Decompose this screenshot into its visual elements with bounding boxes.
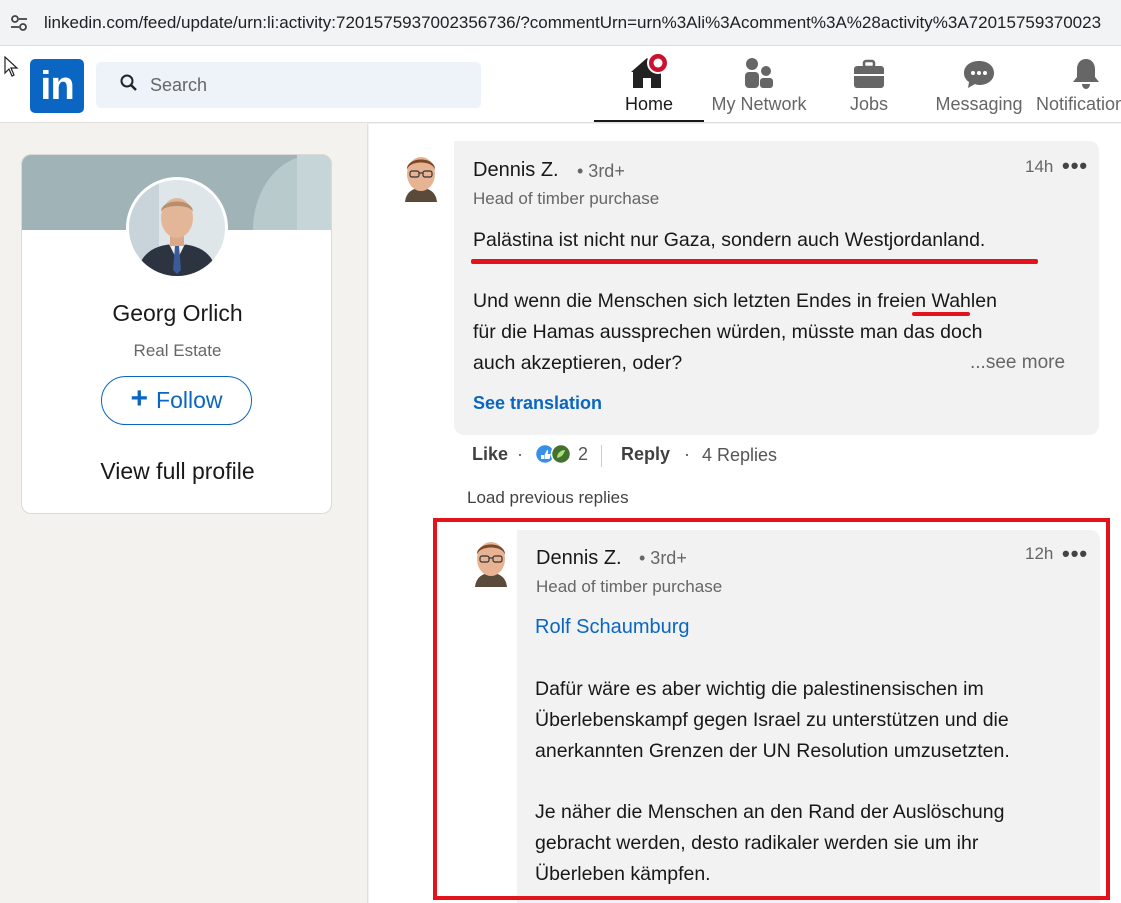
- profile-headline: Real Estate: [133, 341, 222, 360]
- mouse-cursor-icon: [4, 56, 19, 77]
- view-full-profile-link[interactable]: View full profile: [22, 458, 331, 485]
- profile-name[interactable]: Georg Orlich: [22, 300, 331, 327]
- red-highlight-box: [433, 518, 1110, 900]
- replies-count-link[interactable]: 4 Replies: [702, 445, 777, 466]
- bell-icon: [1036, 52, 1121, 90]
- comment-text-segment: für die Hamas aussprechen würden, müsste…: [473, 321, 983, 343]
- nav-notifications-label: Notifications: [1036, 94, 1121, 114]
- profile-card: Georg Orlich Real Estate + Follow View f…: [21, 154, 332, 514]
- nav-messaging-label: Messaging: [935, 94, 1023, 114]
- action-separator: ·: [684, 444, 690, 464]
- action-separator: ·: [517, 444, 523, 464]
- nav-messaging[interactable]: Messaging: [930, 52, 1028, 122]
- underlined-word: freien: [877, 290, 927, 312]
- comment-timestamp: 14h: [1025, 157, 1054, 176]
- profile-avatar[interactable]: [126, 177, 228, 279]
- messaging-icon: [962, 52, 996, 90]
- browser-url-bar: linkedin.com/feed/update/urn:li:activity…: [0, 0, 1121, 46]
- see-translation-link[interactable]: See translation: [473, 393, 602, 414]
- nav-my-network-label: My Network: [711, 94, 807, 114]
- nav-notifications[interactable]: Notifications: [1036, 52, 1121, 122]
- nav-jobs-label: Jobs: [849, 94, 889, 114]
- reactions-icon[interactable]: [535, 443, 573, 465]
- connection-degree: • 3rd+: [577, 161, 625, 181]
- like-button[interactable]: Like: [472, 444, 508, 464]
- linkedin-logo[interactable]: in: [30, 59, 84, 113]
- site-settings-icon[interactable]: [8, 12, 30, 34]
- logo-text: in: [40, 63, 75, 108]
- red-underline-annotation-word: [912, 312, 970, 316]
- search-icon: [120, 74, 138, 97]
- nav-jobs[interactable]: Jobs: [825, 52, 913, 122]
- comment-text-para2: Und wenn die Menschen sich letzten Endes…: [473, 286, 997, 379]
- load-previous-replies[interactable]: Load previous replies: [467, 488, 629, 508]
- more-options-icon[interactable]: •••: [1062, 153, 1088, 179]
- comment-actions: Like: [472, 444, 508, 465]
- comment-text-line1: Palästina ist nicht nur Gaza, sondern au…: [473, 229, 986, 251]
- reply-button[interactable]: Reply: [621, 444, 670, 464]
- url-text[interactable]: linkedin.com/feed/update/urn:li:activity…: [44, 13, 1114, 33]
- plus-icon: +: [130, 382, 149, 415]
- follow-label: Follow: [156, 387, 223, 413]
- red-underline-annotation: [471, 259, 1038, 264]
- see-more-link[interactable]: ...see more: [970, 352, 1065, 374]
- nav-home-label: Home: [624, 94, 673, 114]
- action-divider: [601, 445, 602, 467]
- nav-home[interactable]: Home: [594, 52, 704, 122]
- comment-author[interactable]: Dennis Z.: [473, 159, 559, 182]
- comment-text-segment: Und wenn die Menschen sich letzten Endes…: [473, 290, 878, 312]
- network-icon: [742, 52, 776, 90]
- reply-button-wrap: Reply: [621, 444, 670, 465]
- search-bar[interactable]: [96, 62, 481, 108]
- nav-my-network[interactable]: My Network: [704, 52, 814, 122]
- top-navbar: in Home My Network Jobs Messaging Notif: [0, 46, 1121, 123]
- comment-text-segment: auch akzeptieren, oder?: [473, 352, 683, 374]
- reaction-count[interactable]: 2: [578, 444, 588, 465]
- home-icon: [627, 52, 671, 90]
- follow-button[interactable]: + Follow: [101, 376, 252, 425]
- comment-author-headline: Head of timber purchase: [473, 189, 660, 208]
- comment-text-segment: Wahlen: [926, 290, 997, 312]
- commenter-avatar[interactable]: [401, 150, 441, 202]
- search-input[interactable]: [150, 74, 450, 96]
- briefcase-icon: [852, 52, 886, 90]
